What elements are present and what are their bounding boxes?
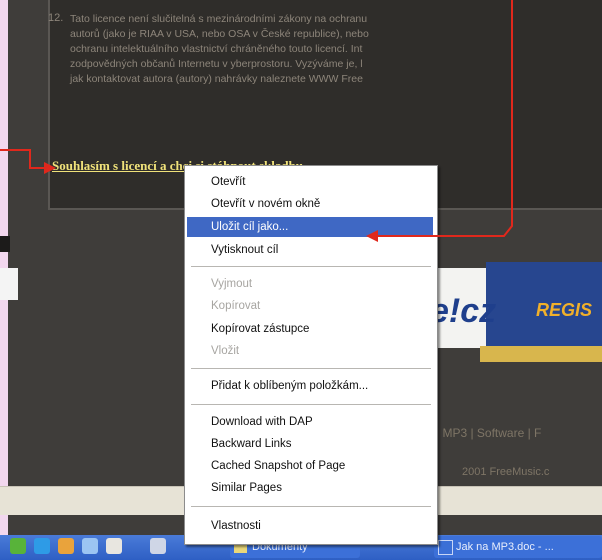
annotation-arrows: [0, 0, 513, 242]
arrow-to-link: [0, 149, 48, 169]
arrow-head-save: [366, 230, 378, 242]
arrow-head-link: [44, 162, 56, 174]
arrow-to-save: [376, 0, 513, 237]
